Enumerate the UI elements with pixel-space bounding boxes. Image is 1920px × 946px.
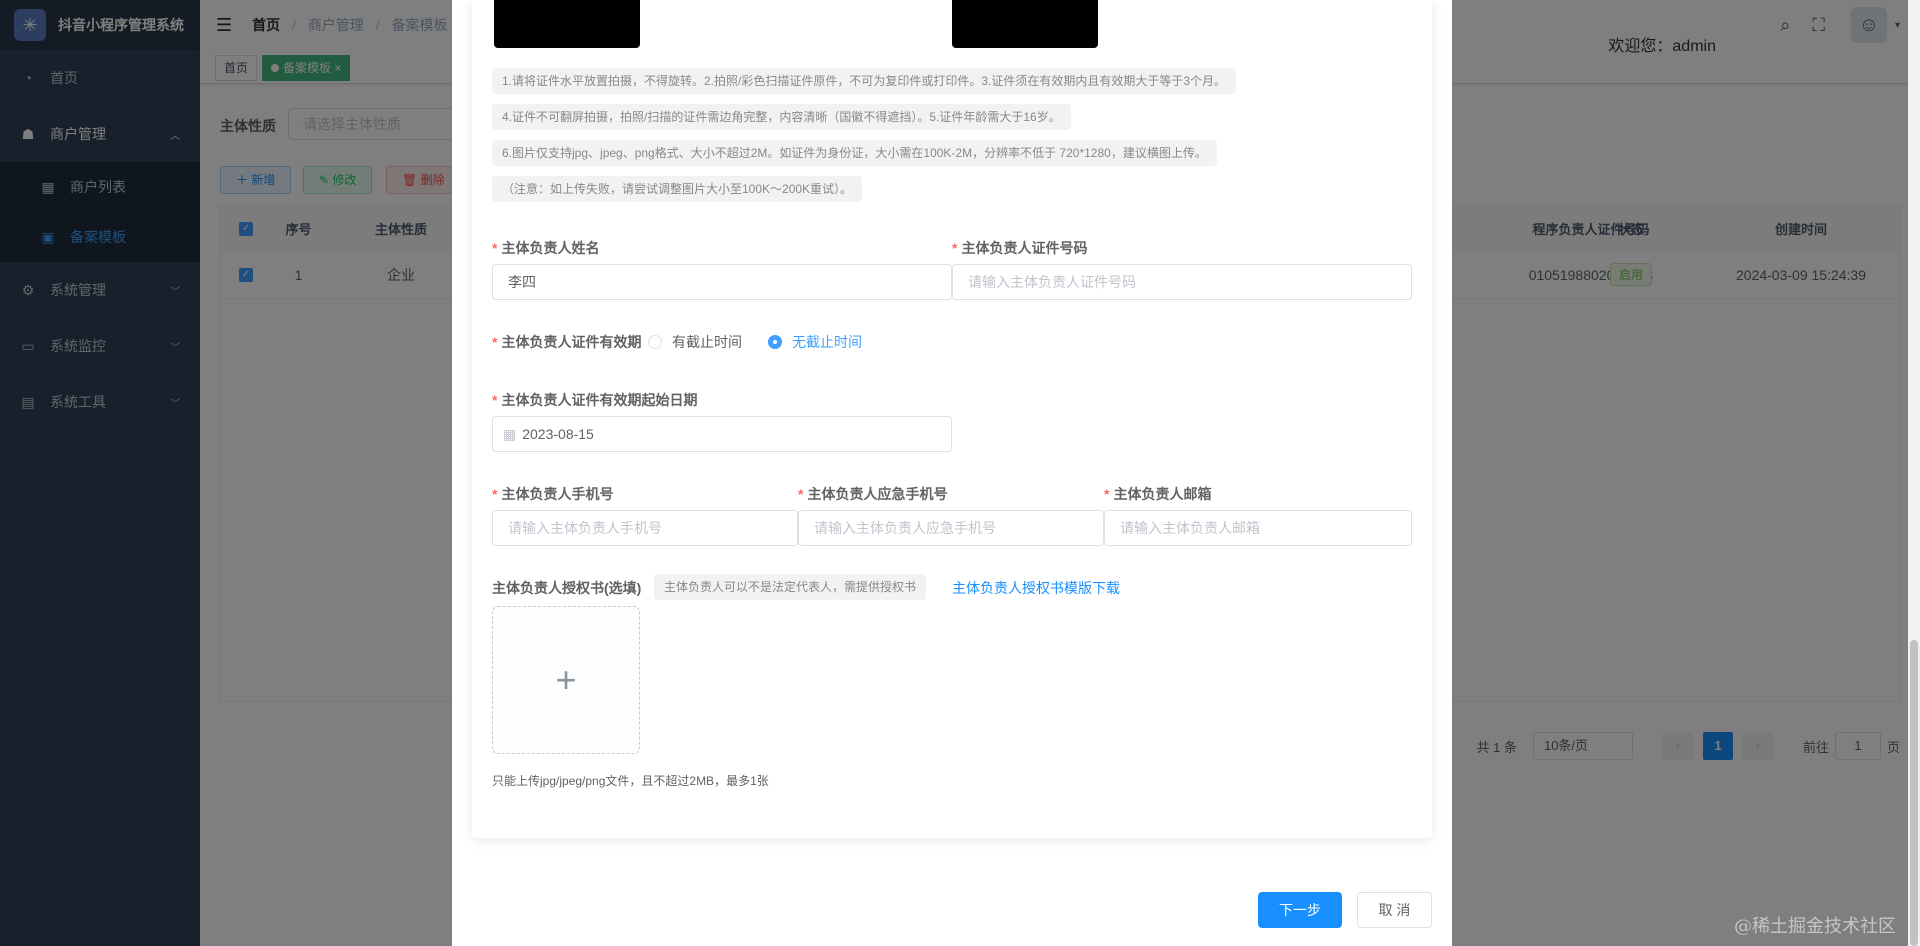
owner-id-label: * 主体负责人证件号码	[952, 240, 1088, 256]
email-field[interactable]: 请输入主体负责人邮箱	[1104, 510, 1412, 546]
phone-label: * 主体负责人手机号	[492, 486, 614, 502]
auth-letter-hint: 主体负责人可以不是法定代表人，需提供授权书	[654, 574, 927, 600]
scrollbar-thumb[interactable]	[1910, 640, 1918, 946]
template-dialog: 1.请将证件水平放置拍摄，不得旋转。2.拍照/彩色扫描证件原件，不可为复印件或打…	[452, 0, 1452, 946]
upload-tip: （注意：如上传失败，请尝试调整图片大小至100K～200K重试）。	[492, 176, 863, 202]
calendar-icon: ▦	[503, 426, 517, 442]
phone-field[interactable]: 请输入主体负责人手机号	[492, 510, 798, 546]
validity-unlimited-radio[interactable]: 无截止时间	[768, 332, 862, 352]
owner-name-label: * 主体负责人姓名	[492, 240, 600, 256]
label-text: 主体负责人应急手机号	[807, 486, 948, 502]
page-scrollbar[interactable]	[1908, 0, 1920, 946]
validity-limited-radio[interactable]: 有截止时间	[648, 332, 742, 352]
upload-note: 只能上传jpg/jpeg/png文件，且不超过2MB，最多1张	[492, 774, 769, 788]
radio-label: 有截止时间	[672, 334, 742, 350]
label-text: 主体负责人证件有效期	[501, 334, 642, 350]
form-card: 1.请将证件水平放置拍摄，不得旋转。2.拍照/彩色扫描证件原件，不可为复印件或打…	[472, 0, 1432, 838]
label-text: 主体负责人邮箱	[1113, 486, 1212, 502]
date-value: 2023-08-15	[522, 426, 594, 442]
id-back-image	[952, 0, 1098, 48]
radio-circle	[648, 335, 662, 349]
label-text: 主体负责人证件号码	[961, 240, 1088, 256]
auth-template-download-link[interactable]: 主体负责人授权书模版下载	[952, 578, 1120, 598]
upload-tip: 1.请将证件水平放置拍摄，不得旋转。2.拍照/彩色扫描证件原件，不可为复印件或打…	[492, 68, 1237, 94]
radio-label: 无截止时间	[792, 334, 862, 350]
label-text: 主体负责人证件有效期起始日期	[501, 392, 698, 408]
next-step-button[interactable]: 下一步	[1258, 892, 1342, 928]
cancel-button[interactable]: 取 消	[1357, 892, 1432, 928]
plus-icon: +	[555, 659, 577, 700]
email-label: * 主体负责人邮箱	[1104, 486, 1212, 502]
label-text: 主体负责人姓名	[501, 240, 600, 256]
radio-circle	[768, 335, 782, 349]
start-date-picker[interactable]: ▦ 2023-08-15	[492, 416, 952, 452]
validity-label: * 主体负责人证件有效期	[492, 334, 642, 350]
watermark: @稀土掘金技术社区	[1734, 916, 1896, 937]
auth-letter-label: 主体负责人授权书(选填)	[492, 580, 642, 596]
start-date-label: * 主体负责人证件有效期起始日期	[492, 392, 698, 408]
emergency-phone-field[interactable]: 请输入主体负责人应急手机号	[798, 510, 1104, 546]
label-text: 主体负责人手机号	[501, 486, 614, 502]
upload-box[interactable]: +	[492, 606, 640, 754]
owner-id-field[interactable]: 请输入主体负责人证件号码	[952, 264, 1412, 300]
emergency-phone-label: * 主体负责人应急手机号	[798, 486, 948, 502]
upload-tip: 4.证件不可翻屏拍摄，拍照/扫描的证件需边角完整，内容清晰（国徽不得遮挡）。5.…	[492, 104, 1071, 130]
id-front-image	[494, 0, 640, 48]
upload-tip: 6.图片仅支持jpg、jpeg、png格式、大小不超过2M。如证件为身份证，大小…	[492, 140, 1217, 166]
owner-name-field[interactable]: 李四	[492, 264, 952, 300]
